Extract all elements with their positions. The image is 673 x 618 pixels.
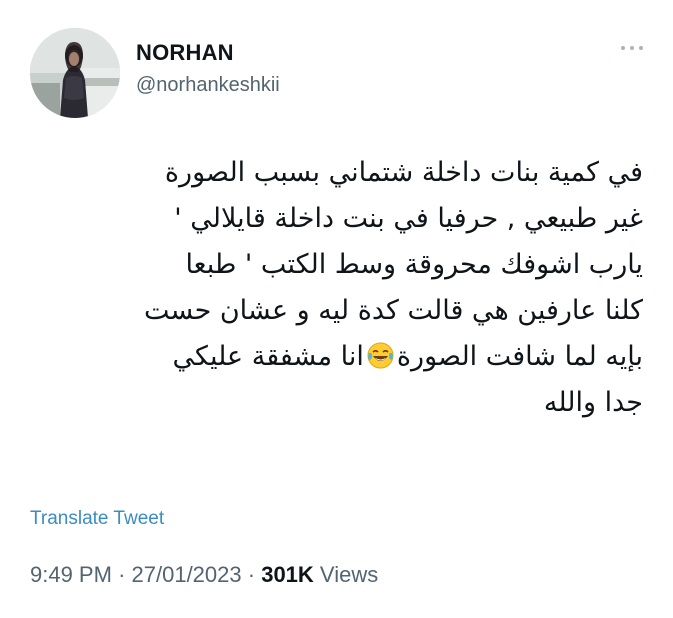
display-name[interactable]: NORHAN	[136, 40, 234, 66]
tweet-line: كلنا عارفين هي قالت كدة ليه و عشان حست	[143, 295, 643, 326]
views-count: 301K	[261, 562, 314, 587]
tweet-line: في كمية بنات داخلة شتماني بسبب الصورة	[164, 157, 643, 188]
translate-tweet-link[interactable]: Translate Tweet	[30, 508, 164, 530]
tweet-time[interactable]: 9:49 PM	[30, 562, 112, 587]
tweet-line-with-emoji: بإيه لما شافت الصورة انا مشفقة عليكي	[23, 334, 643, 380]
tweet-card: NORHAN @norhankeshkii في كمية بنات داخلة…	[0, 0, 673, 618]
tweet-line-part: بإيه لما شافت الصورة	[396, 341, 643, 372]
tweet-line-part: انا مشفقة عليكي	[172, 341, 364, 372]
meta-separator: ·	[247, 562, 256, 587]
avatar[interactable]	[30, 28, 120, 118]
user-handle[interactable]: @norhankeshkii	[136, 74, 280, 97]
tweet-metadata: 9:49 PM · 27/01/2023 · 301K Views	[30, 562, 378, 588]
tweet-date[interactable]: 27/01/2023	[132, 562, 242, 587]
tweet-line: يارب اشوفك محروقة وسط الكتب ' طبعا	[185, 249, 643, 280]
tweet-line: غير طبيعي , حرفيا في بنت داخلة قايلالي '	[174, 203, 643, 234]
profile-photo-icon	[30, 28, 120, 118]
face-with-tears-of-joy-icon	[367, 338, 394, 369]
tweet-line: جدا والله	[543, 387, 643, 418]
more-options-icon[interactable]	[620, 40, 644, 50]
views-label: Views	[319, 562, 379, 587]
tweet-text: في كمية بنات داخلة شتماني بسبب الصورة غي…	[23, 150, 643, 426]
meta-separator: ·	[118, 562, 126, 587]
